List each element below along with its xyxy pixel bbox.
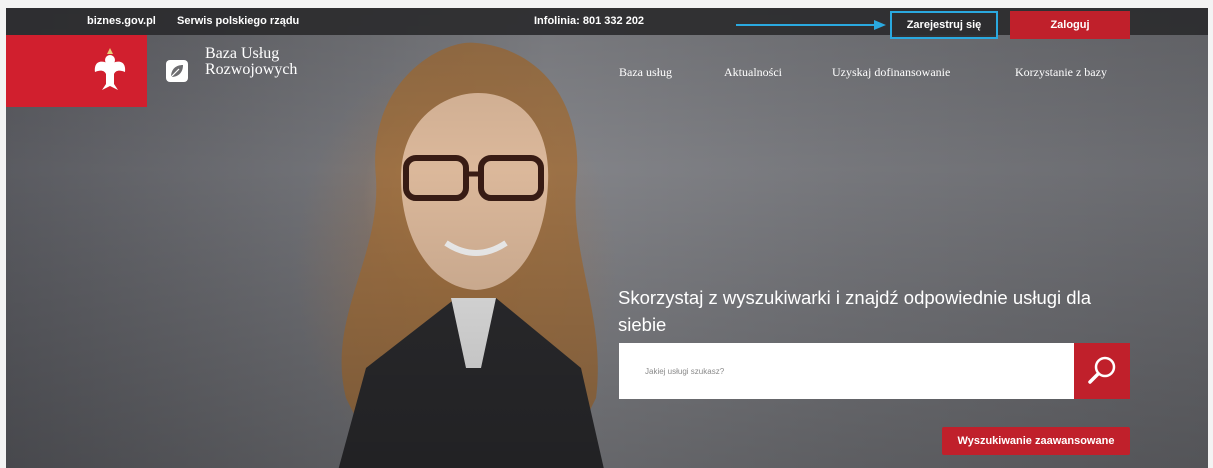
arrow-icon: [736, 20, 886, 30]
biznes-gov-link[interactable]: biznes.gov.pl: [87, 8, 156, 35]
nav-item-get-funding[interactable]: Uzyskaj dofinansowanie: [832, 65, 950, 80]
bur-logo[interactable]: [166, 60, 188, 82]
brand-name[interactable]: Baza Usług Rozwojowych: [205, 46, 297, 78]
login-button[interactable]: Zaloguj: [1010, 11, 1130, 39]
leaf-icon: [170, 65, 183, 78]
advanced-search-button[interactable]: Wyszukiwanie zaawansowane: [942, 427, 1130, 455]
nav-item-using-base[interactable]: Korzystanie z bazy: [1015, 65, 1107, 80]
nav-item-news[interactable]: Aktualności: [724, 65, 782, 80]
page: biznes.gov.pl Serwis polskiego rządu Inf…: [6, 8, 1208, 468]
brand-name-line-2: Rozwojowych: [205, 61, 298, 78]
register-button[interactable]: Zarejestruj się: [890, 11, 998, 39]
government-service-link[interactable]: Serwis polskiego rządu: [177, 8, 299, 35]
search-button[interactable]: [1074, 343, 1130, 399]
nav-item-service-base[interactable]: Baza usług: [619, 65, 672, 80]
search-input[interactable]: [619, 343, 1074, 399]
search-icon: [1088, 356, 1116, 384]
infoline-text: Infolinia: 801 332 202: [534, 15, 645, 27]
polish-eagle-emblem-icon: [94, 48, 126, 90]
brand-name-line-1: Baza Usług: [205, 45, 280, 62]
hero-heading: Skorzystaj z wyszukiwarki i znajdź odpow…: [618, 287, 1091, 335]
